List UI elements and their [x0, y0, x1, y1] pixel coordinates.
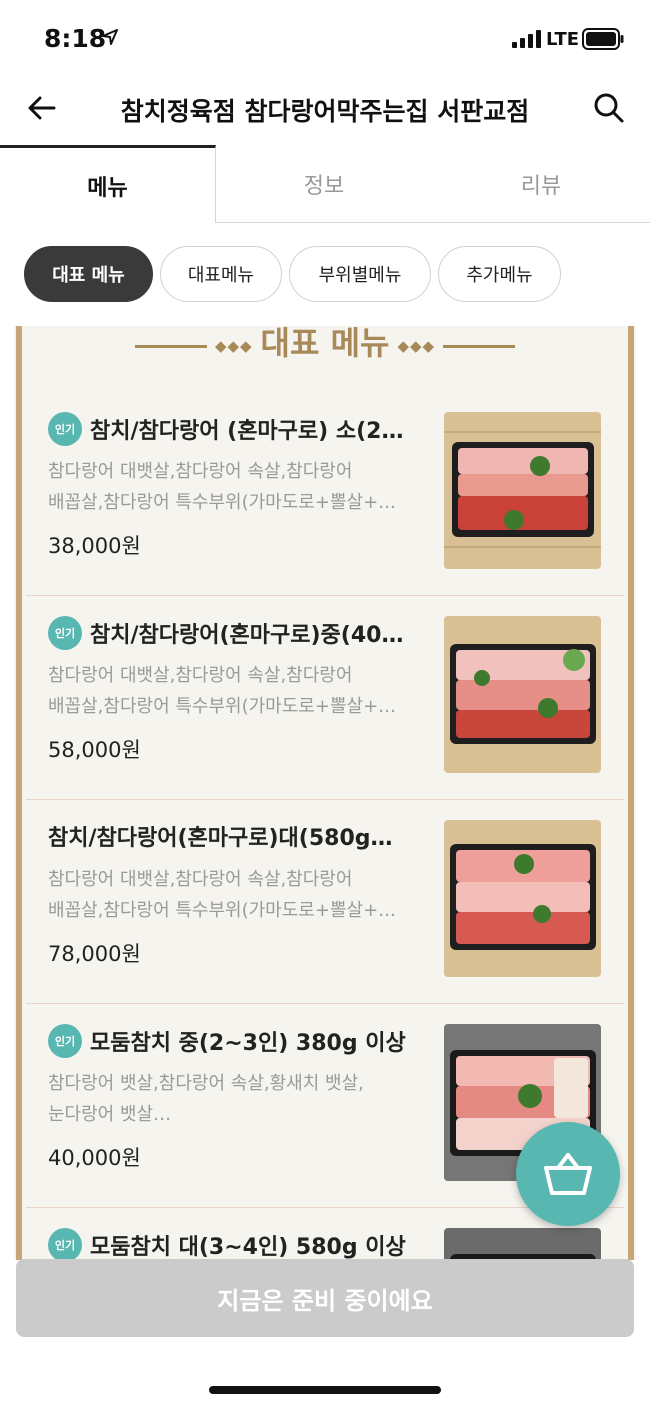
basket-icon	[544, 1153, 592, 1195]
popular-badge: 인기	[48, 412, 82, 446]
menu-list: ◆◆◆ 대표 메뉴 ◆◆◆ 인기 참치/참다랑어 (혼마구로) 소(250g… …	[14, 326, 636, 1260]
menu-item-name: 인기 참치/참다랑어 (혼마구로) 소(250g…	[48, 412, 418, 446]
tab-menu[interactable]: 메뉴	[0, 145, 216, 223]
menu-item-title: 참치/참다랑어(혼마구로)대(580g…	[48, 826, 393, 851]
menu-item-title: 모둠참치 대(3~4인) 580g 이상	[90, 1235, 406, 1260]
tab-info-label: 정보	[303, 173, 345, 199]
menu-item-desc-line: 배꼽살,참다랑어 특수부위(가마도로+뽈살+…	[48, 696, 397, 717]
menu-item-description: 참다랑어 대뱃살,참다랑어 속살,참다랑어 배꼽살,참다랑어 특수부위(가마도로…	[48, 864, 423, 926]
store-title: 참치정육점 참다랑어막주는집 서판교점	[120, 97, 530, 126]
menu-item[interactable]: 인기 참치/참다랑어 (혼마구로) 소(250g… 참다랑어 대뱃살,참다랑어 …	[26, 392, 624, 596]
popular-badge: 인기	[48, 1024, 82, 1058]
order-unavailable-button[interactable]: 지금은 준비 중이에요	[16, 1259, 634, 1337]
menu-item-name: 인기 참치/참다랑어(혼마구로)중(400g…	[48, 616, 418, 650]
battery-icon	[582, 28, 624, 50]
menu-item-title: 참치/참다랑어(혼마구로)중(400g…	[90, 623, 418, 648]
section-title: 대표 메뉴	[260, 326, 390, 362]
section-ornament-dots: ◆◆◆	[397, 337, 436, 355]
menu-item-description: 참다랑어 뱃살,참다랑어 속살,황새치 뱃살, 눈다랑어 뱃살…	[48, 1068, 423, 1130]
tuna-platter-image	[444, 412, 601, 569]
menu-item[interactable]: 참치/참다랑어(혼마구로)대(580g… 참다랑어 대뱃살,참다랑어 속살,참다…	[26, 800, 624, 1004]
chip-by-part[interactable]: 부위별메뉴	[289, 246, 431, 302]
menu-item-description: 참다랑어 대뱃살,참다랑어 속살,참다랑어 배꼽살,참다랑어 특수부위(가마도로…	[48, 456, 423, 518]
section-header: ◆◆◆ 대표 메뉴 ◆◆◆	[14, 326, 636, 366]
cart-button[interactable]	[516, 1122, 620, 1226]
chip-featured-active[interactable]: 대표 메뉴	[24, 246, 153, 302]
menu-item-description: 참다랑어 대뱃살,참다랑어 속살,참다랑어 배꼽살,참다랑어 특수부위(가마도로…	[48, 660, 423, 722]
tab-info[interactable]: 정보	[216, 145, 432, 223]
menu-item-price: 38,000원	[48, 534, 141, 558]
menu-item-desc-line: 배꼽살,참다랑어 특수부위(가마도로+뽈살+…	[48, 900, 397, 921]
tuna-platter-image	[444, 616, 601, 773]
menu-item-desc-line: 눈다랑어 뱃살…	[48, 1104, 172, 1125]
popular-badge: 인기	[48, 616, 82, 650]
tab-reviews[interactable]: 리뷰	[432, 145, 650, 223]
tab-menu-label: 메뉴	[87, 175, 128, 201]
section-ornament-dots: ◆◆◆	[214, 337, 253, 355]
popular-badge: 인기	[48, 1228, 82, 1260]
menu-item-name: 인기 모둠참치 대(3~4인) 580g 이상	[48, 1228, 418, 1260]
chip-featured[interactable]: 대표메뉴	[160, 246, 282, 302]
signal-icon	[512, 30, 541, 48]
section-ornament-line	[134, 344, 207, 348]
menu-item-price: 40,000원	[48, 1146, 141, 1170]
menu-item-name: 참치/참다랑어(혼마구로)대(580g…	[48, 820, 418, 852]
menu-item[interactable]: 인기 모둠참치 대(3~4인) 580g 이상	[26, 1208, 624, 1260]
menu-item-desc-line: 참다랑어 대뱃살,참다랑어 속살,참다랑어	[48, 665, 353, 686]
home-indicator	[209, 1386, 441, 1394]
tab-reviews-label: 리뷰	[520, 173, 562, 199]
network-label: LTE	[546, 29, 580, 50]
category-chips: 대표 메뉴 대표메뉴 부위별메뉴 추가메뉴	[0, 246, 650, 302]
section-ornament-line	[443, 344, 516, 348]
status-bar: 8:18 LTE	[0, 0, 650, 78]
menu-item-name: 인기 모둠참치 중(2~3인) 380g 이상	[48, 1024, 418, 1058]
menu-item-desc-line: 배꼽살,참다랑어 특수부위(가마도로+뽈살+…	[48, 492, 397, 513]
search-icon[interactable]	[593, 92, 625, 124]
menu-item-desc-line: 참다랑어 대뱃살,참다랑어 속살,참다랑어	[48, 869, 353, 890]
menu-item-desc-line: 참다랑어 대뱃살,참다랑어 속살,참다랑어	[48, 461, 353, 482]
status-time: 8:18	[44, 24, 107, 53]
menu-item-desc-line: 참다랑어 뱃살,참다랑어 속살,황새치 뱃살,	[48, 1073, 364, 1094]
menu-item[interactable]: 인기 참치/참다랑어(혼마구로)중(400g… 참다랑어 대뱃살,참다랑어 속살…	[26, 596, 624, 800]
menu-item-price: 58,000원	[48, 738, 141, 762]
menu-item-price: 78,000원	[48, 942, 141, 966]
menu-item-title: 참치/참다랑어 (혼마구로) 소(250g…	[90, 419, 418, 444]
chip-additional[interactable]: 추가메뉴	[438, 246, 561, 302]
tuna-platter-image	[444, 1228, 601, 1260]
menu-item-title: 모둠참치 중(2~3인) 380g 이상	[90, 1031, 406, 1056]
back-arrow-icon[interactable]	[26, 92, 58, 124]
app-header: 참치정육점 참다랑어막주는집 서판교점	[0, 78, 650, 146]
tuna-platter-image	[444, 820, 601, 977]
location-arrow-icon	[102, 29, 118, 45]
tab-bar: 메뉴 정보 리뷰	[0, 145, 650, 223]
